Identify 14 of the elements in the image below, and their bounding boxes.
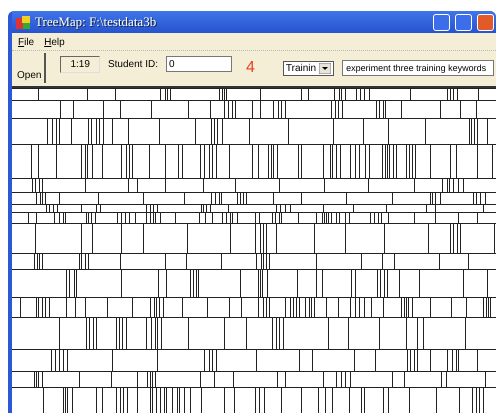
close-button[interactable]	[477, 14, 494, 30]
student-id-label: Student ID:	[108, 58, 158, 70]
minimize-button[interactable]	[433, 14, 450, 30]
student-id-field[interactable]: 0	[166, 56, 232, 72]
menu-item[interactable]: Help	[44, 37, 65, 48]
maximize-button[interactable]	[455, 14, 472, 30]
window-title: TreeMap: F:\testdata3b	[35, 14, 158, 30]
time-display: 1:19	[60, 56, 100, 72]
app-icon	[16, 16, 30, 28]
menu-item[interactable]: File	[18, 37, 34, 48]
count-text: 4	[246, 59, 255, 77]
dropdown-arrow-icon	[319, 62, 332, 74]
mode-dropdown[interactable]: Trainin	[282, 60, 334, 76]
keywords-field[interactable]: experiment three training keywords	[342, 60, 494, 76]
